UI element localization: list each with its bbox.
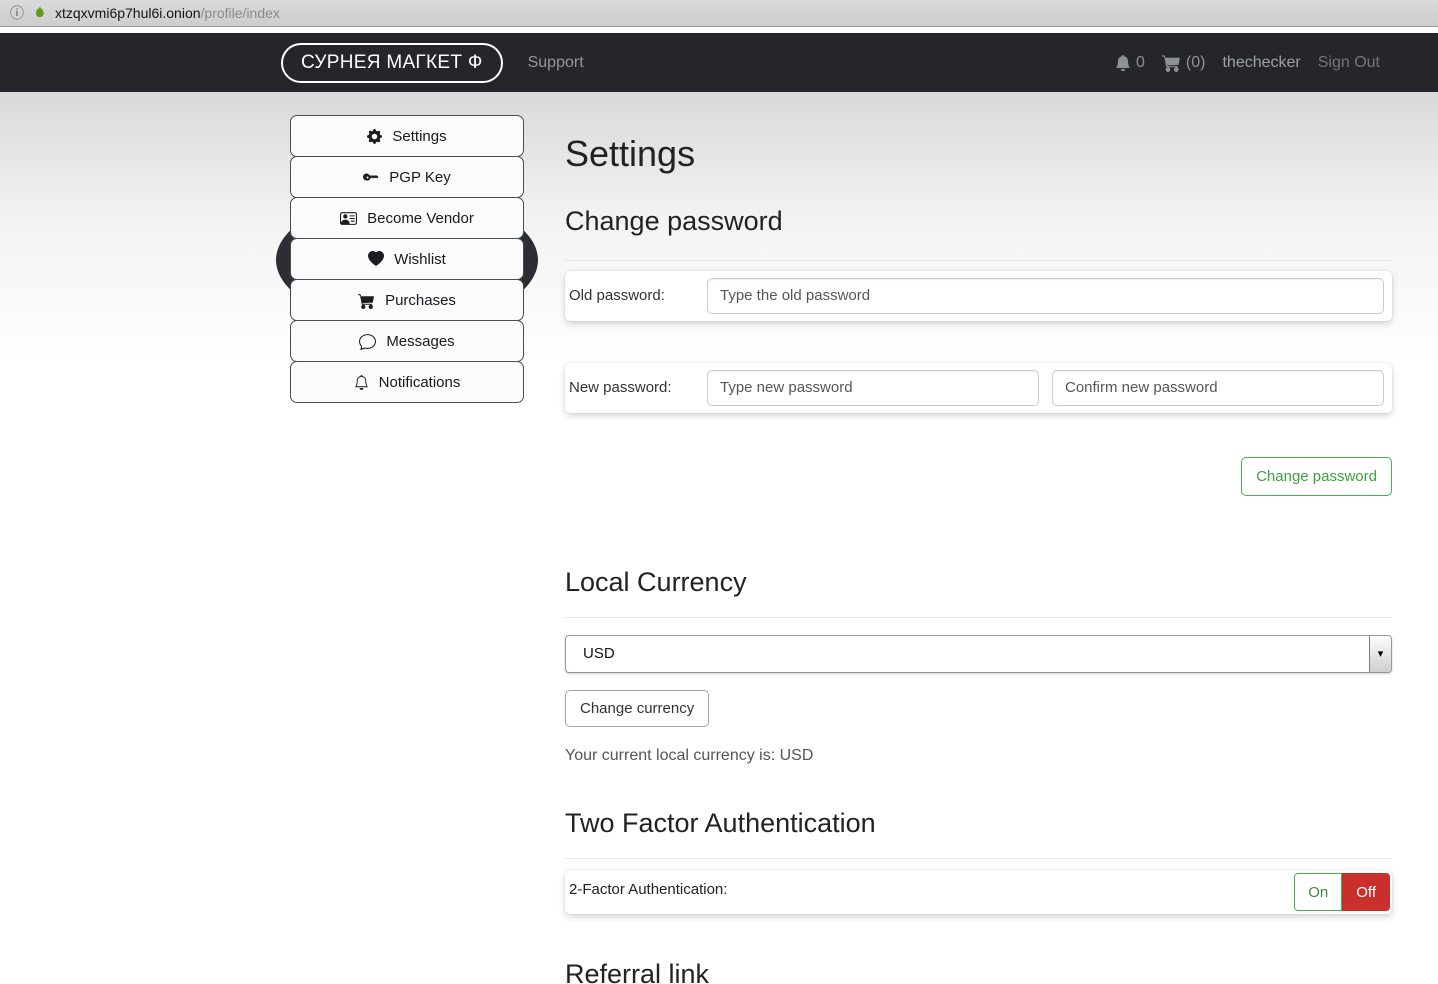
chevron-down-icon: ▾ [1377,648,1384,661]
browser-address-bar[interactable]: ⓘ xtzqxvmi6p7hul6i.onion/profile/index [0,0,1438,27]
sidebar-item-label: PGP Key [389,168,451,186]
two-factor-toggle: On Off [1294,873,1390,912]
cart-indicator[interactable]: (0) [1161,53,1206,72]
referral-link-heading: Referral link [565,959,710,984]
two-factor-row: 2-Factor Authentication: On Off [565,870,1392,915]
url-path: /profile/index [200,5,280,21]
profile-sidebar: Settings PGP Key Become Vendor Wishlist [276,115,538,403]
change-password-button-row: Change password [565,456,1392,496]
chat-icon [359,333,377,350]
new-password-label: New password: [569,379,672,397]
current-currency-note: Your current local currency is: USD [565,746,814,764]
divider [565,858,1392,860]
content-area: Settings PGP Key Become Vendor Wishlist [0,92,1438,984]
two-factor-heading: Two Factor Authentication [565,807,876,838]
sidebar-item-become-vendor[interactable]: Become Vendor [290,197,524,239]
url-text[interactable]: xtzqxvmi6p7hul6i.onion/profile/index [55,5,280,21]
new-password-inputs [707,369,1384,406]
sidebar-item-label: Notifications [378,373,461,391]
select-dropdown-cap[interactable]: ▾ [1369,635,1391,672]
gear-icon [367,128,383,144]
brand-logo[interactable]: СУРНЕЯ МАГКЕТ Ф [281,42,503,83]
change-password-button[interactable]: Change password [1241,456,1392,496]
local-currency-heading: Local Currency [565,566,747,597]
sidebar-item-label: Become Vendor [367,209,474,227]
cart-icon [1161,53,1181,72]
cart-icon [358,292,375,309]
confirm-password-input[interactable] [1052,369,1384,406]
onion-icon [32,4,47,22]
old-password-input[interactable] [707,277,1384,314]
change-password-heading: Change password [565,206,783,237]
old-password-label: Old password: [569,287,665,305]
two-factor-on-button[interactable]: On [1294,873,1343,912]
sidebar-item-label: Purchases [385,291,456,309]
cart-count: (0) [1185,53,1206,71]
two-factor-label: 2-Factor Authentication: [569,881,728,899]
nav-support-link[interactable]: Support [528,54,584,72]
sidebar-item-wishlist[interactable]: Wishlist [290,238,524,280]
notifications-indicator[interactable]: 0 [1115,54,1145,72]
bell-icon [354,374,369,390]
settings-main: Settings Change password Old password: N… [565,118,1392,984]
id-card-icon [340,210,358,227]
sidebar-item-label: Settings [392,127,447,145]
heart-icon [368,251,385,267]
new-password-row: New password: [565,362,1392,413]
info-circle-icon[interactable]: ⓘ [10,6,24,20]
sidebar-item-notifications[interactable]: Notifications [290,361,524,403]
sidebar-item-label: Wishlist [394,250,446,268]
page-title: Settings [565,133,696,174]
change-currency-button[interactable]: Change currency [565,689,710,727]
divider [565,259,1392,261]
sidebar-item-label: Messages [386,332,455,350]
top-navbar: СУРНЕЯ МАГКЕТ Ф Support 0 (0) thechecker… [0,33,1438,92]
notification-count: 0 [1136,53,1145,71]
two-factor-off-button[interactable]: Off [1342,873,1390,912]
nav-username[interactable]: thechecker [1222,54,1300,72]
url-host: xtzqxvmi6p7hul6i.onion [55,5,201,21]
sign-out-link[interactable]: Sign Out [1318,54,1380,72]
sidebar-item-settings[interactable]: Settings [290,115,524,157]
sidebar-item-messages[interactable]: Messages [290,320,524,362]
sidebar-item-purchases[interactable]: Purchases [290,279,524,321]
currency-selected-value: USD [583,645,615,663]
sidebar-item-pgp-key[interactable]: PGP Key [290,156,524,198]
page: ⓘ xtzqxvmi6p7hul6i.onion/profile/index С… [0,0,1438,984]
divider [565,616,1392,618]
old-password-row: Old password: [565,270,1392,321]
bell-icon [1115,54,1131,71]
navbar-right: 0 (0) thechecker Sign Out [1115,53,1380,72]
new-password-input[interactable] [707,369,1039,406]
currency-select[interactable]: USD ▾ [565,634,1392,673]
key-icon [363,169,379,185]
